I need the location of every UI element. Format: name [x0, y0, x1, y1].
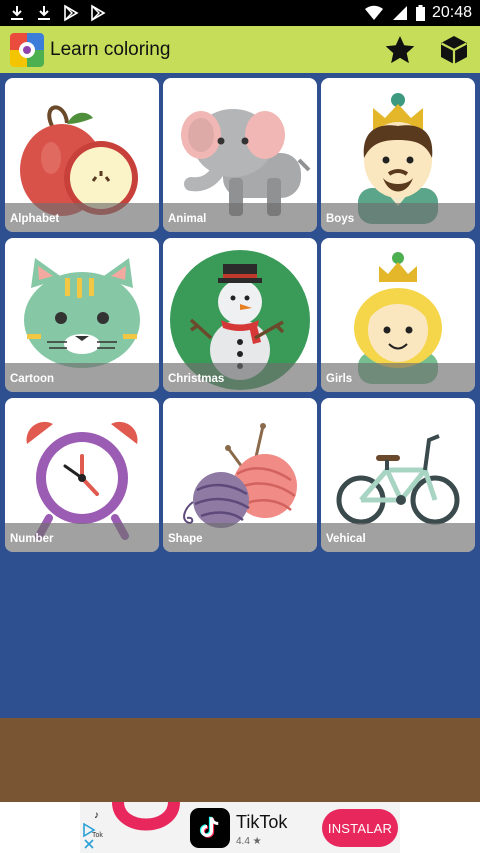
ground-strip [0, 718, 480, 802]
app-title: Learn coloring [50, 38, 171, 60]
download-icon [38, 6, 50, 20]
play-store-icon [64, 4, 79, 22]
category-card-boys[interactable]: Boys [321, 78, 475, 232]
tiktok-mini-logo-icon: ♪ [94, 810, 99, 821]
ad-banner[interactable]: ♪ Tok TikTok 4.4 ★ INSTALAR [80, 802, 400, 853]
category-label: Christmas [168, 373, 225, 385]
category-label: Animal [168, 213, 207, 225]
category-label: Vehical [326, 533, 366, 545]
category-label: Girls [326, 373, 353, 385]
category-card-christmas[interactable]: Christmas [163, 238, 317, 392]
ad-bar: ♪ Tok TikTok 4.4 ★ INSTALAR [0, 802, 480, 853]
install-button[interactable]: INSTALAR [322, 809, 398, 847]
download-icon [11, 6, 23, 20]
category-card-shape[interactable]: Shape [163, 398, 317, 552]
tiktok-logo-icon [190, 808, 230, 848]
category-label: Shape [168, 533, 203, 545]
app-logo-icon [10, 32, 44, 67]
status-bar: 20:48 [0, 0, 480, 26]
wifi-icon [364, 5, 383, 20]
category-card-alphabet[interactable]: Alphabet [5, 78, 159, 232]
app-bar: Learn coloring [0, 26, 480, 73]
battery-icon [415, 5, 425, 21]
signal-icon [392, 6, 407, 20]
category-card-girls[interactable]: Girls [321, 238, 475, 392]
category-grid: Alphabet Animal Boys Cartoon Christmas G… [0, 73, 480, 718]
category-card-vehical[interactable]: Vehical [321, 398, 475, 552]
category-label: Boys [326, 213, 355, 225]
category-card-animal[interactable]: Animal [163, 78, 317, 232]
cube-icon[interactable] [438, 34, 470, 66]
status-time: 20:48 [431, 4, 472, 21]
category-label: Alphabet [10, 213, 60, 225]
star-icon[interactable] [384, 34, 416, 66]
category-card-number[interactable]: Number [5, 398, 159, 552]
ad-graphic-image [106, 802, 186, 853]
play-store-icon [91, 4, 106, 22]
ad-mini-label: Tok [92, 832, 103, 839]
category-label: Cartoon [10, 373, 55, 385]
category-card-cartoon[interactable]: Cartoon [5, 238, 159, 392]
category-label: Number [10, 533, 54, 545]
ad-rating: 4.4 ★ [236, 836, 262, 847]
ad-app-name: TikTok [236, 812, 288, 832]
